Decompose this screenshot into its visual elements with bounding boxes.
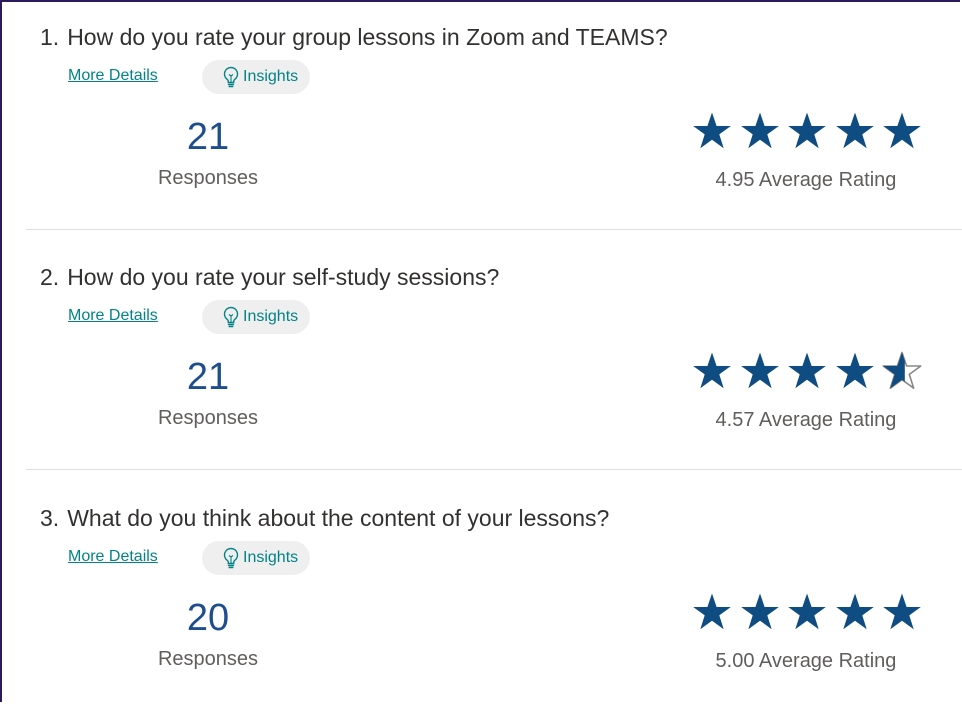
more-details-link[interactable]: More Details [68,307,158,325]
question-card-2: 2. How do you rate your self-study sessio… [26,242,962,482]
star-rating [692,111,922,157]
star-icon [835,352,874,389]
star-icon [788,593,826,630]
divider [26,469,962,470]
star-rating [692,592,922,638]
survey-summary-frame: 1. How do you rate your group lessons in … [0,0,962,702]
star-icon [693,352,731,389]
star-icon [693,112,731,149]
star-rating [692,351,922,397]
question-title: 3. What do you think about the content of… [40,505,609,532]
lightbulb-icon [223,547,239,569]
average-rating: 4.57 Average Rating [715,409,897,431]
average-rating: 5.00 Average Rating [715,650,897,672]
response-count: 21 [186,116,230,158]
more-details-link[interactable]: More Details [68,548,158,566]
insights-button[interactable]: Insights [202,541,311,575]
responses-label: Responses [157,407,259,429]
responses-label: Responses [157,167,259,189]
star-icon [740,593,779,630]
lightbulb-icon [223,66,239,88]
question-number: 3. [40,505,60,531]
insights-button[interactable]: Insights [202,60,311,94]
star-icon [835,112,874,149]
average-rating: 4.95 Average Rating [715,169,897,191]
insights-label: Insights [243,549,299,566]
star-icon [883,593,921,630]
star-icon [835,593,874,630]
responses-label: Responses [157,648,259,670]
star-icon [693,593,731,630]
question-number: 1. [40,24,60,50]
question-number: 2. [40,264,60,290]
insights-button[interactable]: Insights [202,300,311,334]
question-text: What do you think about the content of y… [67,505,610,531]
question-text: How do you rate your self-study sessions… [67,264,500,290]
more-details-link[interactable]: More Details [68,67,158,85]
insights-label: Insights [243,68,299,85]
insights-label: Insights [243,308,299,325]
response-count: 20 [186,597,230,639]
question-title: 2. How do you rate your self-study sessio… [40,264,499,291]
star-icon [883,112,921,149]
star-icon [740,112,779,149]
star-icon [882,351,922,389]
question-card-3: 3. What do you think about the content of… [26,483,962,723]
question-text: How do you rate your group lessons in Zo… [67,24,668,50]
star-icon [788,112,826,149]
question-title: 1. How do you rate your group lessons in … [40,24,668,51]
question-card-1: 1. How do you rate your group lessons in … [26,2,962,242]
lightbulb-icon [223,306,239,328]
star-icon [788,352,826,389]
divider [26,229,962,230]
star-icon [740,352,779,389]
response-count: 21 [186,356,230,398]
